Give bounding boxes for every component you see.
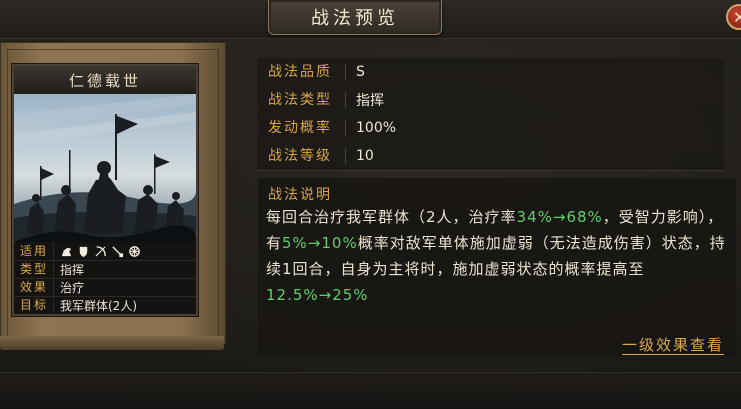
desc-highlight: 34%→68%: [516, 208, 603, 226]
card-info-table: 适用 类型 指挥 效果 治疗 目标 我军群体(2人): [14, 242, 196, 314]
info-value: 指挥: [60, 262, 85, 277]
skill-illustration: [14, 94, 196, 242]
info-key: 目标: [14, 296, 54, 314]
level-one-effect-link[interactable]: 一级效果查看: [622, 336, 725, 355]
troop-type-icons: [54, 245, 141, 258]
info-row-type: 类型 指挥: [14, 260, 196, 279]
skill-card: 仁德载世 适用 类型 指挥 效果 治疗 目标 我军群体(2人): [12, 64, 198, 316]
info-row-effect: 效果 治疗: [14, 278, 196, 297]
skill-description: 每回合治疗我军群体（2人，治疗率34%→68%，受智力影响），有5%→10%概率…: [266, 204, 736, 308]
card-header: 仁德载世: [14, 66, 196, 95]
cavalry-art: [14, 94, 196, 242]
info-value: 治疗: [60, 280, 85, 295]
info-key: 类型: [14, 260, 54, 278]
desc-highlight: 12.5%→25%: [266, 286, 369, 304]
detail-label: 战法品质: [258, 64, 346, 80]
bottom-bar: [0, 372, 741, 409]
info-row-target: 目标 我军群体(2人): [14, 296, 196, 314]
bow-icon: [95, 245, 106, 257]
detail-value: 100%: [356, 120, 397, 136]
info-value: 我军群体(2人): [60, 298, 137, 313]
title-plate: 战法预览: [268, 0, 442, 35]
detail-row-quality: 战法品质 S: [258, 58, 724, 87]
info-row-applicable: 适用: [14, 242, 196, 261]
detail-label: 战法等级: [258, 148, 346, 164]
info-key: 适用: [14, 242, 54, 260]
detail-value: S: [356, 64, 365, 80]
chariot-icon: [129, 245, 140, 257]
scroll-roller: [0, 336, 224, 350]
desc-highlight: 5%→10%: [282, 234, 358, 252]
detail-label: 发动概率: [258, 120, 346, 136]
skill-name: 仁德载世: [68, 71, 141, 90]
detail-value: 指挥: [356, 93, 384, 109]
page-title: 战法预览: [311, 8, 399, 29]
detail-row-type: 战法类型 指挥: [258, 86, 724, 115]
cavalry-icon: [61, 247, 72, 256]
detail-row-level: 战法等级 10: [258, 142, 724, 171]
desc-text: 每回合治疗我军群体（2人，治疗率: [266, 208, 517, 226]
detail-value: 10: [356, 148, 374, 164]
shield-icon: [79, 246, 88, 257]
detail-row-trigger-rate: 发动概率 100%: [258, 114, 724, 143]
info-key: 效果: [14, 278, 54, 296]
description-title: 战法说明: [268, 187, 332, 203]
spear-icon: [112, 245, 124, 257]
detail-label: 战法类型: [258, 92, 346, 108]
